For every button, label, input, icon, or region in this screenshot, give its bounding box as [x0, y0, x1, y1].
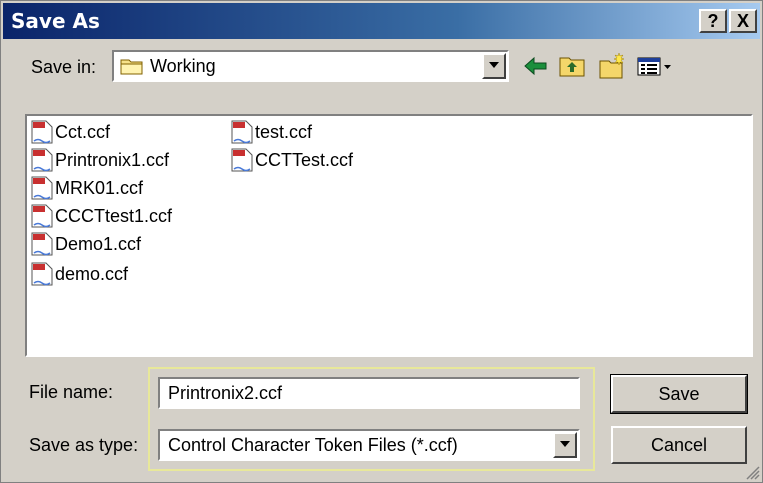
save-as-type-dropdown-button[interactable] — [553, 432, 577, 458]
save-in-dropdown-button[interactable] — [482, 53, 506, 79]
file-name: CCTTest.ccf — [255, 150, 354, 170]
back-arrow-icon[interactable] — [521, 51, 551, 81]
save-in-label: Save in: — [31, 57, 97, 77]
resize-grip-icon[interactable] — [744, 464, 760, 480]
save-in-value: Working — [150, 56, 216, 76]
document-icon — [31, 176, 53, 200]
save-button[interactable]: Save — [610, 374, 748, 414]
file-name: Printronix1.ccf — [55, 150, 170, 170]
save-as-type-value: Control Character Token Files (*.ccf) — [168, 435, 458, 455]
document-icon — [31, 262, 53, 286]
cancel-button[interactable]: Cancel — [611, 426, 747, 464]
folder-icon — [120, 59, 143, 75]
title-bar[interactable]: Save As ? X — [3, 3, 760, 39]
file-name: CCCTtest1.ccf — [55, 206, 173, 226]
file-name-value: Printronix2.ccf — [168, 383, 283, 403]
document-icon — [31, 148, 53, 172]
document-icon — [31, 232, 53, 256]
document-icon — [31, 204, 53, 228]
file-name: Cct.ccf — [55, 122, 111, 142]
chevron-down-icon — [560, 441, 570, 447]
save-as-dialog: Save As ? X Save in: Working Cct.ccf Pri… — [0, 0, 763, 483]
up-folder-icon[interactable] — [557, 51, 587, 81]
save-in-dropdown[interactable]: Working — [112, 50, 509, 82]
file-name: demo.ccf — [55, 264, 129, 284]
save-as-type-dropdown[interactable]: Control Character Token Files (*.ccf) — [158, 429, 580, 461]
help-button[interactable]: ? — [699, 9, 727, 33]
view-menu-icon[interactable] — [635, 51, 675, 81]
document-icon — [31, 120, 53, 144]
new-folder-icon[interactable] — [597, 51, 627, 81]
document-icon — [231, 148, 253, 172]
dialog-title: Save As — [11, 9, 100, 33]
file-list[interactable]: Cct.ccf Printronix1.ccf MRK01.ccf CCCTte… — [25, 114, 753, 357]
file-name: test.ccf — [255, 122, 313, 142]
save-as-type-label: Save as type: — [29, 435, 139, 455]
file-name-label: File name: — [29, 382, 114, 402]
chevron-down-icon — [489, 62, 499, 68]
file-name: MRK01.ccf — [55, 178, 144, 198]
file-name-input[interactable]: Printronix2.ccf — [158, 377, 580, 409]
close-button[interactable]: X — [729, 9, 757, 33]
file-name: Demo1.ccf — [55, 234, 142, 254]
document-icon — [231, 120, 253, 144]
